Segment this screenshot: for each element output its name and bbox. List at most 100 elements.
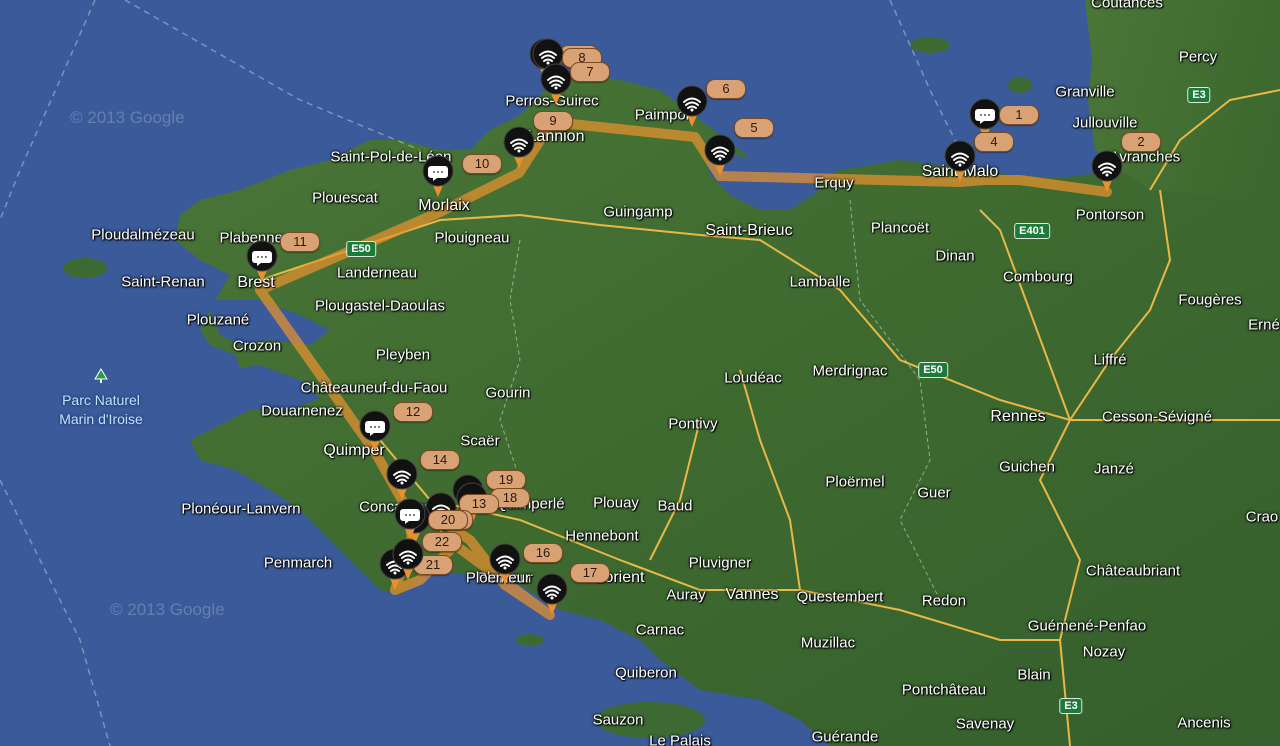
place-label-pontchateau: Pontchâteau bbox=[901, 681, 987, 699]
wifi-icon-marker-22[interactable] bbox=[391, 536, 425, 580]
marker-number-badge[interactable]: 5 bbox=[734, 118, 774, 138]
marker-number-badge[interactable]: 17 bbox=[570, 563, 610, 583]
place-label-douarnenez: Douarnenez bbox=[261, 402, 343, 420]
place-label-plouescat: Plouescat bbox=[312, 189, 378, 207]
marker-number-badge[interactable]: 1 bbox=[999, 105, 1039, 125]
road-shield-e3-north: E3 bbox=[1187, 87, 1211, 103]
place-label-ploudalmezeau: Ploudalmézeau bbox=[91, 226, 195, 244]
place-label-hennebont: Hennebont bbox=[565, 527, 639, 545]
place-label-ploermel: Ploërmel bbox=[825, 473, 885, 491]
place-label-gourin: Gourin bbox=[485, 384, 531, 402]
wifi-icon-marker-17[interactable] bbox=[535, 571, 569, 615]
marker-number-badge[interactable]: 2 bbox=[1121, 132, 1161, 152]
place-label-chateauneuf-du-faou: Châteauneuf-du-Faou bbox=[300, 379, 448, 397]
map-watermark: © 2013 Google bbox=[70, 108, 185, 127]
place-label-plouigneau: Plouigneau bbox=[434, 229, 510, 247]
place-label-landerneau: Landerneau bbox=[336, 264, 418, 282]
marker-number-badge[interactable]: 12 bbox=[393, 402, 433, 422]
wifi-icon-marker-2[interactable] bbox=[1090, 148, 1124, 192]
place-label-cesson-sevigne: Cesson-Sévigné bbox=[1101, 408, 1213, 426]
place-label-pluvigner: Pluvigner bbox=[688, 554, 752, 572]
tree-icon bbox=[94, 368, 108, 383]
park-label-line2: Marin d'Iroise bbox=[59, 411, 143, 427]
place-label-dinan: Dinan bbox=[935, 247, 975, 265]
place-label-loudeac: Loudéac bbox=[724, 369, 782, 387]
place-label-sauzon: Sauzon bbox=[592, 711, 644, 729]
place-label-plouzane: Plouzané bbox=[186, 311, 250, 329]
place-label-savenay: Savenay bbox=[955, 715, 1015, 733]
place-label-saint-renan: Saint-Renan bbox=[121, 273, 205, 291]
place-label-fougeres: Fougères bbox=[1178, 291, 1242, 309]
place-label-carnac: Carnac bbox=[635, 621, 685, 639]
marker-number-badge[interactable]: 9 bbox=[533, 111, 573, 131]
place-label-plouay: Plouay bbox=[593, 494, 639, 512]
marker-number-badge[interactable]: 20 bbox=[428, 510, 468, 530]
wifi-icon-marker-6[interactable] bbox=[675, 83, 709, 127]
marker-number-badge[interactable]: 22 bbox=[422, 532, 462, 552]
map-watermark: © 2013 Google bbox=[110, 600, 225, 619]
place-label-plougastel-daoulas: Plougastel-Daoulas bbox=[314, 297, 446, 315]
place-label-coutances: Coutances bbox=[1091, 0, 1163, 12]
place-label-redon: Redon bbox=[921, 592, 967, 610]
place-label-ploneour-lanvern: Plonéour-Lanvern bbox=[181, 500, 301, 518]
place-label-merdrignac: Merdrignac bbox=[812, 362, 888, 380]
place-label-vannes: Vannes bbox=[725, 586, 779, 603]
place-label-nozay: Nozay bbox=[1082, 643, 1126, 661]
map-view[interactable]: Coutances Percy Granville Jullouville Avranc… bbox=[0, 0, 1280, 746]
road-shield-e50-west: E50 bbox=[346, 241, 376, 257]
wifi-icon-marker-4[interactable] bbox=[943, 138, 977, 182]
place-label-guemene-penfao: Guémené-Penfao bbox=[1027, 617, 1147, 635]
marker-number-badge[interactable]: 11 bbox=[280, 232, 320, 252]
place-label-lamballe: Lamballe bbox=[789, 273, 851, 291]
wifi-icon-marker-7[interactable] bbox=[539, 61, 573, 105]
marker-number-badge[interactable]: 14 bbox=[420, 450, 460, 470]
marker-number-badge[interactable]: 10 bbox=[462, 154, 502, 174]
wifi-icon-marker-9[interactable] bbox=[502, 124, 536, 168]
place-label-granville: Granville bbox=[1055, 83, 1115, 101]
marker-number-badge[interactable]: 6 bbox=[706, 79, 746, 99]
place-label-erne: Erné bbox=[1248, 316, 1280, 334]
route-line bbox=[255, 117, 1112, 620]
place-label-baud: Baud bbox=[657, 497, 693, 515]
wifi-icon-marker-5[interactable] bbox=[703, 132, 737, 176]
place-label-guichen: Guichen bbox=[999, 458, 1055, 476]
place-label-pleyben: Pleyben bbox=[375, 346, 431, 364]
marker-number-badge[interactable]: 7 bbox=[570, 62, 610, 82]
place-label-guingamp: Guingamp bbox=[603, 203, 673, 221]
wifi-icon-marker-14[interactable] bbox=[385, 456, 419, 500]
road-shield-e50-east: E50 bbox=[918, 362, 948, 378]
place-label-blain: Blain bbox=[1017, 666, 1051, 684]
place-label-quiberon: Quiberon bbox=[615, 664, 677, 682]
chat-bubble-icon-marker-11[interactable] bbox=[245, 238, 279, 282]
place-label-le-palais: Le Palais bbox=[649, 732, 711, 746]
place-label-plancoet: Plancoët bbox=[870, 219, 930, 237]
place-label-guerande: Guérande bbox=[811, 728, 879, 746]
place-label-ancenis: Ancenis bbox=[1177, 714, 1231, 732]
wifi-icon-marker-16[interactable] bbox=[488, 541, 522, 585]
place-label-rennes: Rennes bbox=[990, 408, 1046, 425]
place-label-janze: Janzé bbox=[1093, 460, 1135, 478]
chat-bubble-icon-marker-10[interactable] bbox=[421, 153, 455, 197]
chat-bubble-icon-marker-12[interactable] bbox=[358, 408, 392, 452]
place-label-percy: Percy bbox=[1178, 48, 1218, 66]
place-label-combourg: Combourg bbox=[1002, 268, 1074, 286]
marker-number-badge[interactable]: 4 bbox=[974, 132, 1014, 152]
place-label-guer: Guer bbox=[917, 484, 951, 502]
marker-number-badge[interactable]: 16 bbox=[523, 543, 563, 563]
place-label-chateaubriant: Châteaubriant bbox=[1085, 562, 1181, 580]
place-label-erquy: Erquy bbox=[814, 174, 854, 192]
place-label-liffre: Liffré bbox=[1093, 351, 1127, 369]
place-label-craon: Crao bbox=[1245, 508, 1279, 526]
chat-bubble-icon-marker-20[interactable] bbox=[393, 496, 427, 540]
park-label-line1: Parc Naturel bbox=[62, 392, 140, 408]
place-label-questembert: Questembert bbox=[796, 588, 884, 606]
place-label-scaer: Scaër bbox=[460, 432, 500, 450]
place-label-jullouville: Jullouville bbox=[1072, 114, 1138, 132]
marker-number-badge[interactable]: 19 bbox=[486, 470, 526, 490]
place-label-muzillac: Muzillac bbox=[800, 634, 856, 652]
place-label-morlaix: Morlaix bbox=[418, 197, 470, 214]
place-label-saint-brieuc: Saint-Brieuc bbox=[705, 222, 793, 239]
place-label-auray: Auray bbox=[666, 586, 706, 604]
place-label-crozon: Crozon bbox=[232, 337, 282, 355]
road-shield-e3-south: E3 bbox=[1059, 698, 1083, 714]
